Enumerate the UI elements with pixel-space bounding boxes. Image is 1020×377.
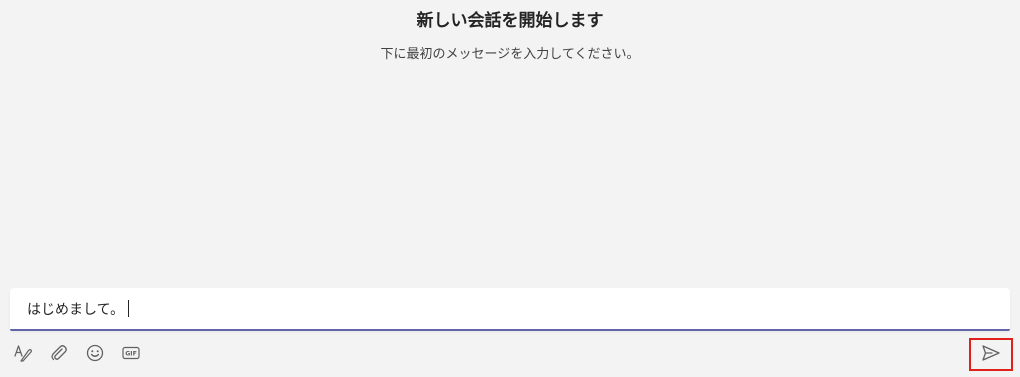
format-button[interactable] [12, 342, 34, 364]
attach-button[interactable] [48, 342, 70, 364]
gif-icon-label: GIF [125, 351, 137, 358]
message-input-value: はじめまして。 [27, 302, 125, 318]
send-icon [980, 343, 1002, 367]
message-compose-box[interactable]: はじめまして。 [10, 288, 1010, 331]
send-button[interactable] [969, 338, 1013, 371]
message-input[interactable]: はじめまして。 [27, 300, 130, 320]
empty-state: 新しい会話を開始します 下に最初のメッセージを入力してください。 [0, 10, 1020, 64]
gif-icon: GIF [121, 343, 141, 363]
compose-toolbar: GIF [12, 342, 156, 364]
attach-icon [49, 343, 69, 363]
emoji-button[interactable] [84, 342, 106, 364]
gif-button[interactable]: GIF [120, 342, 142, 364]
empty-state-subtitle: 下に最初のメッセージを入力してください。 [380, 47, 640, 62]
emoji-icon [85, 343, 105, 363]
empty-state-title: 新しい会話を開始します [416, 11, 604, 31]
format-icon [13, 343, 33, 363]
text-caret [128, 300, 130, 317]
